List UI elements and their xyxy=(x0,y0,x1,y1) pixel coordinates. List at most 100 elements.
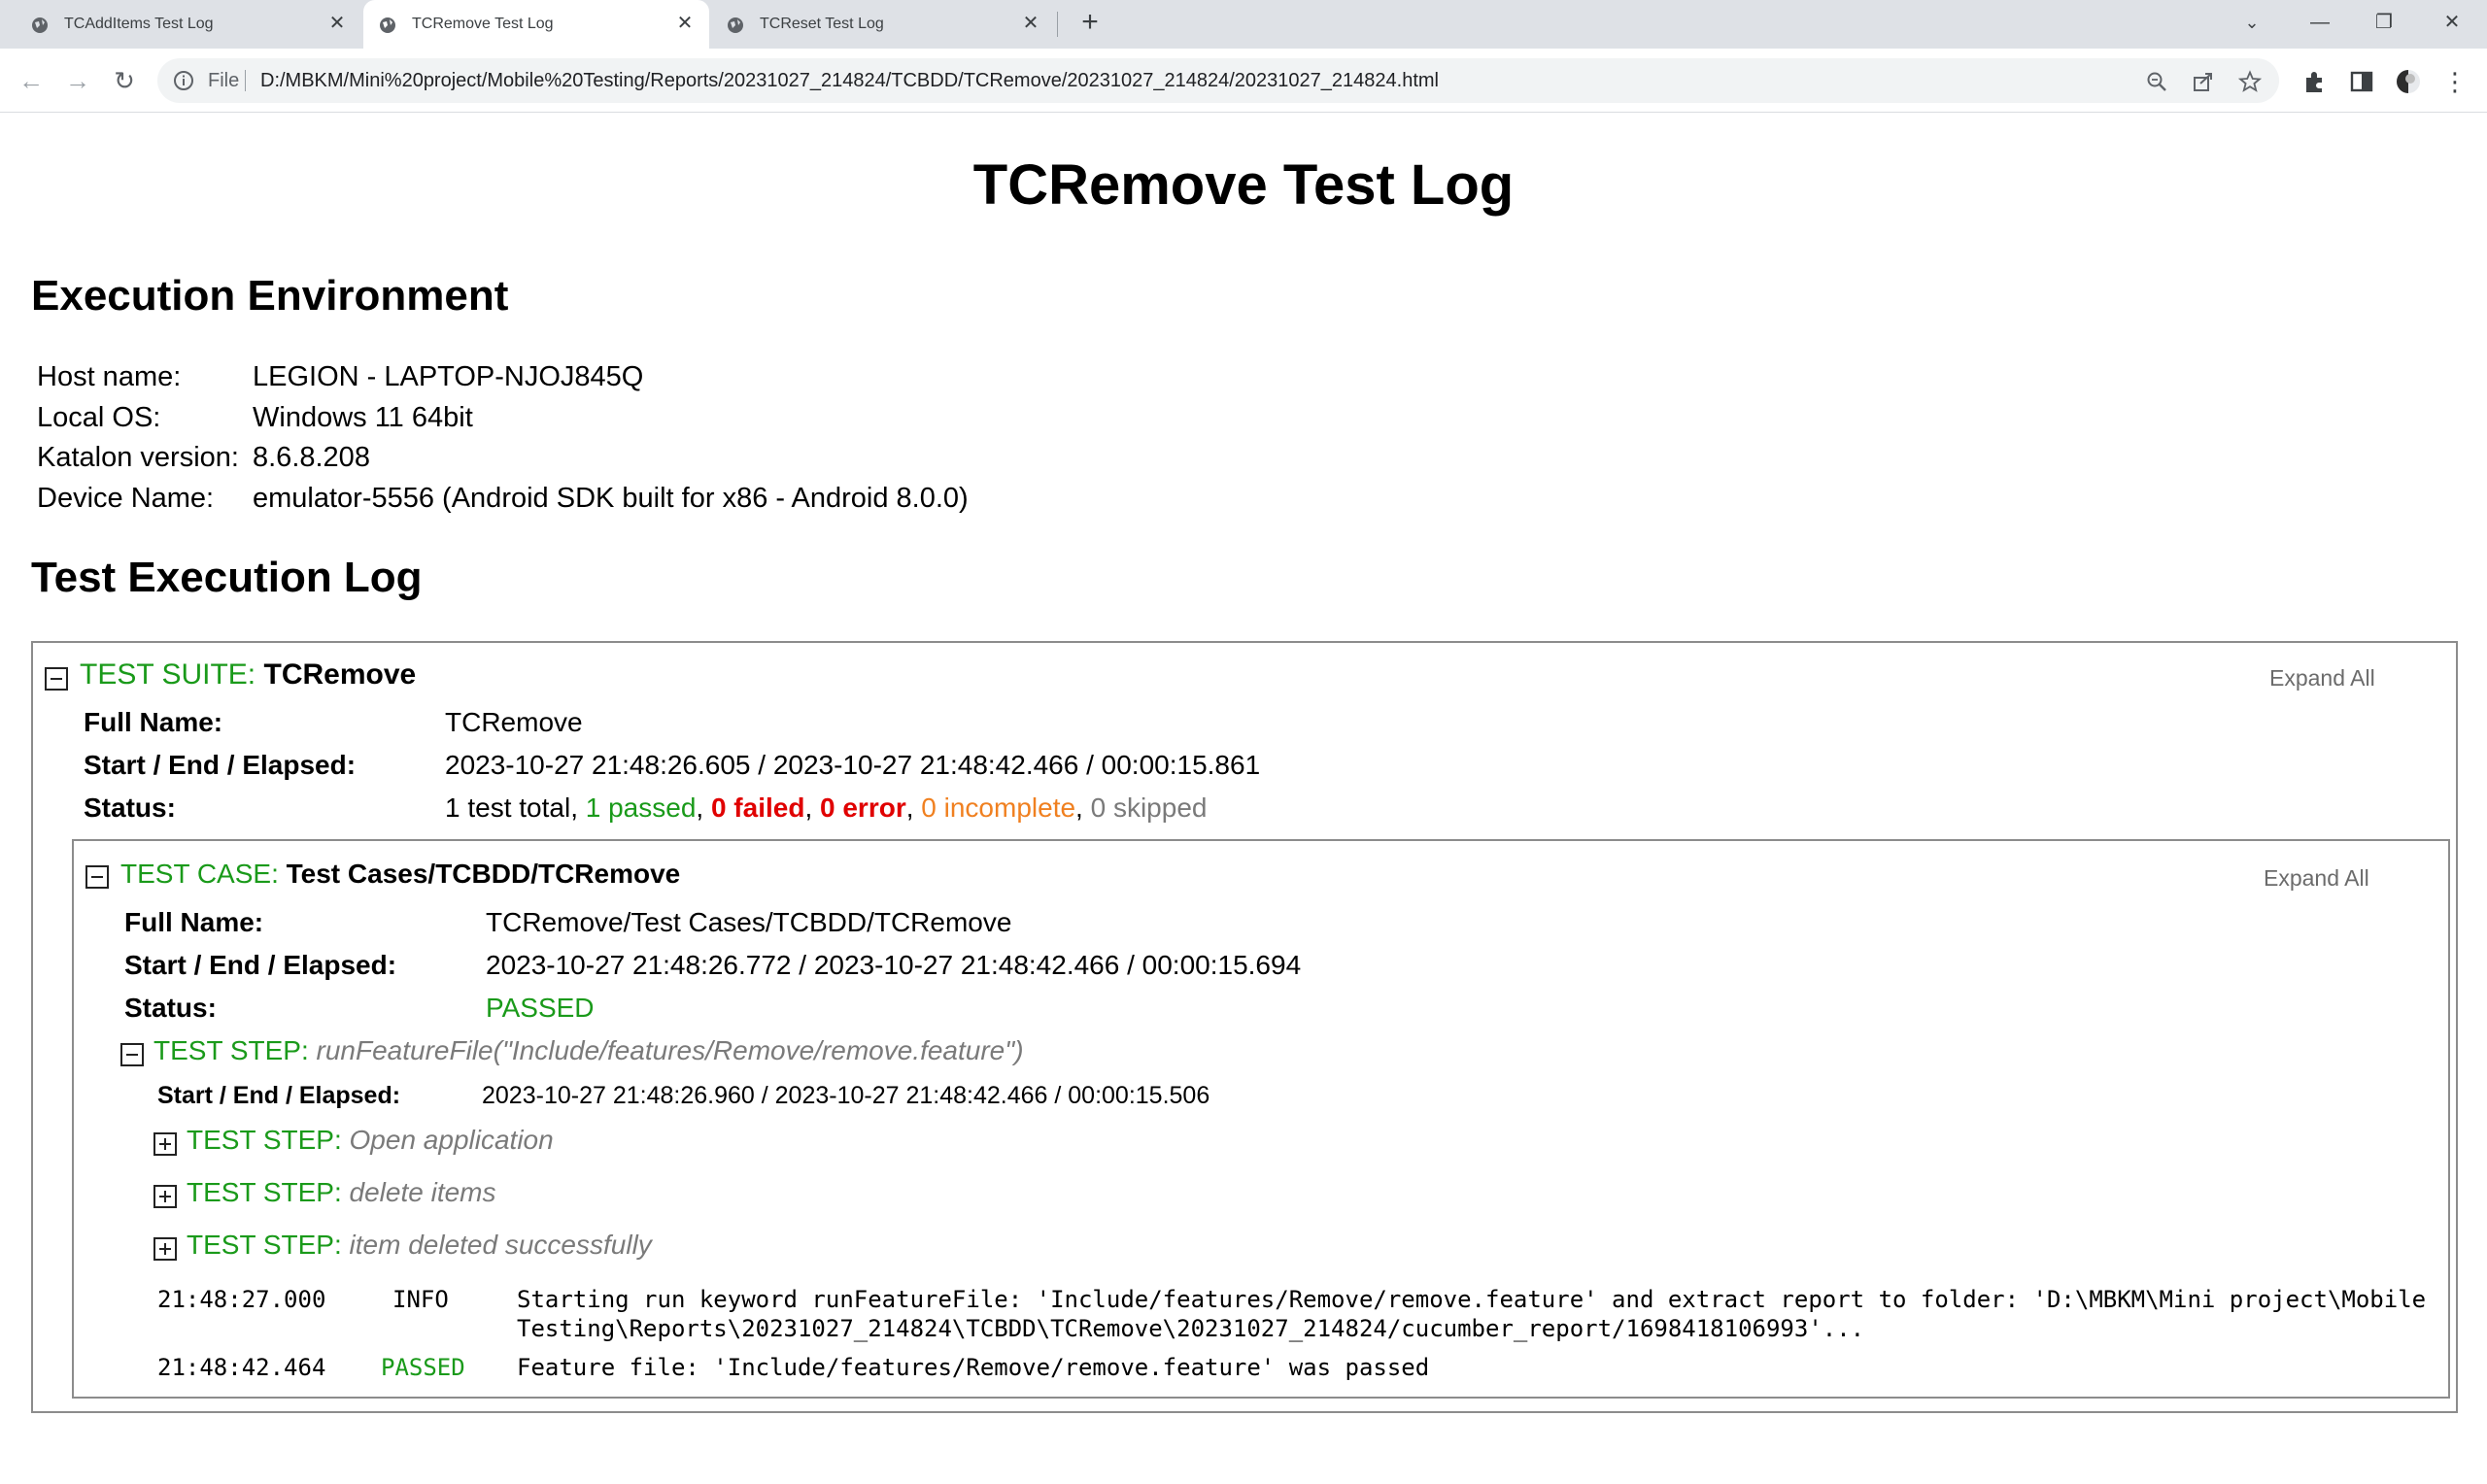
case-status-key: Status: xyxy=(124,993,217,1023)
env-key: Host name: xyxy=(37,361,182,392)
close-tab-icon[interactable]: ✕ xyxy=(326,13,348,34)
expand-substep-toggle[interactable] xyxy=(153,1185,177,1208)
suite-status-key: Status: xyxy=(84,793,176,823)
env-key: Local OS: xyxy=(37,402,161,433)
substep-name: Open application xyxy=(349,1125,554,1155)
env-row-device: Device Name: emulator-5556 (Android SDK b… xyxy=(37,483,969,515)
tab-tcadditems[interactable]: TCAddItems Test Log ✕ xyxy=(0,0,361,49)
expand-substep-toggle[interactable] xyxy=(153,1237,177,1261)
zoom-icon[interactable] xyxy=(2145,70,2168,93)
status-passed: 1 passed xyxy=(585,793,697,823)
log-level: INFO xyxy=(392,1286,449,1313)
more-menu-icon[interactable]: ⋮ xyxy=(2442,69,2468,94)
close-window-button[interactable]: ✕ xyxy=(2431,6,2473,39)
substep-delete-items[interactable]: TEST STEP: delete items xyxy=(187,1177,496,1208)
extensions-puzzle-icon[interactable] xyxy=(2302,69,2328,94)
globe-icon xyxy=(728,17,743,33)
url-text[interactable]: D:/MBKM/Mini%20project/Mobile%20Testing/… xyxy=(260,70,1439,92)
suite-full-name: TCRemove xyxy=(445,707,583,737)
tab-search-chevron-icon[interactable]: ⌄ xyxy=(2231,6,2273,39)
env-key: Device Name: xyxy=(37,483,215,514)
collapse-step-toggle[interactable] xyxy=(120,1043,144,1066)
suite-time: 2023-10-27 21:48:26.605 / 2023-10-27 21:… xyxy=(445,750,1261,780)
case-time-key: Start / End / Elapsed: xyxy=(124,950,397,980)
substep-name: item deleted successfully xyxy=(349,1230,652,1260)
case-name: Test Cases/TCBDD/TCRemove xyxy=(286,859,681,889)
step-time-key: Start / End / Elapsed: xyxy=(157,1082,401,1109)
status-error: 0 error xyxy=(820,793,906,823)
env-value: Windows 11 64bit xyxy=(253,402,473,433)
status-skipped: 0 skipped xyxy=(1090,793,1208,823)
file-scheme-label: File xyxy=(208,70,240,91)
suite-name: TCRemove xyxy=(263,658,417,691)
share-icon[interactable] xyxy=(2192,70,2215,93)
log-level: PASSED xyxy=(381,1354,465,1381)
bookmark-star-icon[interactable] xyxy=(2238,70,2262,93)
tab-title: TCAddItems Test Log xyxy=(64,16,214,32)
case-full-name: TCRemove/Test Cases/TCBDD/TCRemove xyxy=(486,907,1012,937)
step-label: TEST STEP: xyxy=(153,1035,309,1065)
env-value: LEGION - LAPTOP-NJOJ845Q xyxy=(253,361,644,392)
restore-button[interactable]: ❐ xyxy=(2363,6,2405,39)
substep-item-deleted[interactable]: TEST STEP: item deleted successfully xyxy=(187,1230,652,1261)
status-failed: 0 failed xyxy=(710,793,805,823)
substep-open-application[interactable]: TEST STEP: Open application xyxy=(187,1125,554,1156)
test-suite-panel: TEST SUITE: TCRemove Expand All Full Nam… xyxy=(31,641,2458,1413)
globe-icon xyxy=(32,17,48,33)
case-expand-all-link[interactable]: Expand All xyxy=(2264,865,2369,892)
log-time: 21:48:27.000 xyxy=(157,1286,326,1313)
suite-header: TEST SUITE: TCRemove xyxy=(80,658,416,691)
suite-full-name-key: Full Name: xyxy=(84,707,223,737)
reload-icon[interactable]: ↻ xyxy=(109,65,140,96)
env-value: 8.6.8.208 xyxy=(253,442,370,473)
forward-arrow-icon[interactable]: → xyxy=(62,65,93,96)
suite-time-key: Start / End / Elapsed: xyxy=(84,750,357,780)
collapse-case-toggle[interactable] xyxy=(85,865,109,889)
close-tab-icon[interactable]: ✕ xyxy=(674,13,696,34)
step-name: runFeatureFile("Include/features/Remove/… xyxy=(316,1035,1024,1065)
profile-avatar-icon[interactable] xyxy=(2396,69,2421,94)
env-key: Katalon version: xyxy=(37,442,239,473)
case-header: TEST CASE: Test Cases/TCBDD/TCRemove xyxy=(120,859,680,890)
tab-title: TCRemove Test Log xyxy=(412,16,554,32)
env-row-katalon: Katalon version: 8.6.8.208 xyxy=(37,442,370,474)
suite-expand-all-link[interactable]: Expand All xyxy=(2269,665,2375,691)
test-case-panel: TEST CASE: Test Cases/TCBDD/TCRemove Exp… xyxy=(72,839,2450,1399)
tab-tcremove[interactable]: TCRemove Test Log ✕ xyxy=(363,0,709,49)
status-total: 1 test total xyxy=(445,793,571,823)
env-row-host: Host name: LEGION - LAPTOP-NJOJ845Q xyxy=(37,361,643,393)
case-label: TEST CASE: xyxy=(120,859,279,889)
address-bar[interactable]: File D:/MBKM/Mini%20project/Mobile%20Tes… xyxy=(157,58,2279,103)
info-icon[interactable] xyxy=(173,70,194,91)
suite-status-summary: 1 test total, 1 passed, 0 failed, 0 erro… xyxy=(445,793,1208,823)
expand-substep-toggle[interactable] xyxy=(153,1132,177,1156)
substep-label: TEST STEP: xyxy=(187,1230,342,1260)
suite-label: TEST SUITE: xyxy=(80,658,256,691)
env-row-os: Local OS: Windows 11 64bit xyxy=(37,402,473,434)
substep-label: TEST STEP: xyxy=(187,1125,342,1155)
tab-title: TCReset Test Log xyxy=(760,16,884,32)
page-title: TCRemove Test Log xyxy=(972,153,1515,217)
new-tab-button[interactable]: + xyxy=(1074,8,1106,39)
tab-strip: TCAddItems Test Log ✕ TCRemove Test Log … xyxy=(0,0,2487,49)
side-panel-icon[interactable] xyxy=(2349,69,2374,94)
report-page: TCRemove Test Log Execution Environment … xyxy=(0,114,2487,1484)
log-message: Feature file: 'Include/features/Remove/r… xyxy=(517,1354,1430,1381)
step-header: TEST STEP: runFeatureFile("Include/featu… xyxy=(153,1035,1024,1066)
tab-tcreset[interactable]: TCReset Test Log ✕ xyxy=(711,0,1057,49)
minimize-button[interactable]: — xyxy=(2299,6,2341,39)
status-incomplete: 0 incomplete xyxy=(921,793,1076,823)
back-arrow-icon[interactable]: ← xyxy=(16,65,47,96)
tab-divider xyxy=(1057,12,1058,37)
case-time: 2023-10-27 21:48:26.772 / 2023-10-27 21:… xyxy=(486,950,1302,980)
close-tab-icon[interactable]: ✕ xyxy=(1020,13,1041,34)
collapse-suite-toggle[interactable] xyxy=(45,667,68,691)
log-time: 21:48:42.464 xyxy=(157,1354,326,1381)
globe-icon xyxy=(380,17,395,33)
environment-heading: Execution Environment xyxy=(31,272,509,320)
step-time: 2023-10-27 21:48:26.960 / 2023-10-27 21:… xyxy=(482,1082,1210,1109)
log-heading: Test Execution Log xyxy=(31,554,423,601)
substep-label: TEST STEP: xyxy=(187,1177,342,1207)
case-full-name-key: Full Name: xyxy=(124,907,264,937)
scheme-divider xyxy=(245,70,246,91)
